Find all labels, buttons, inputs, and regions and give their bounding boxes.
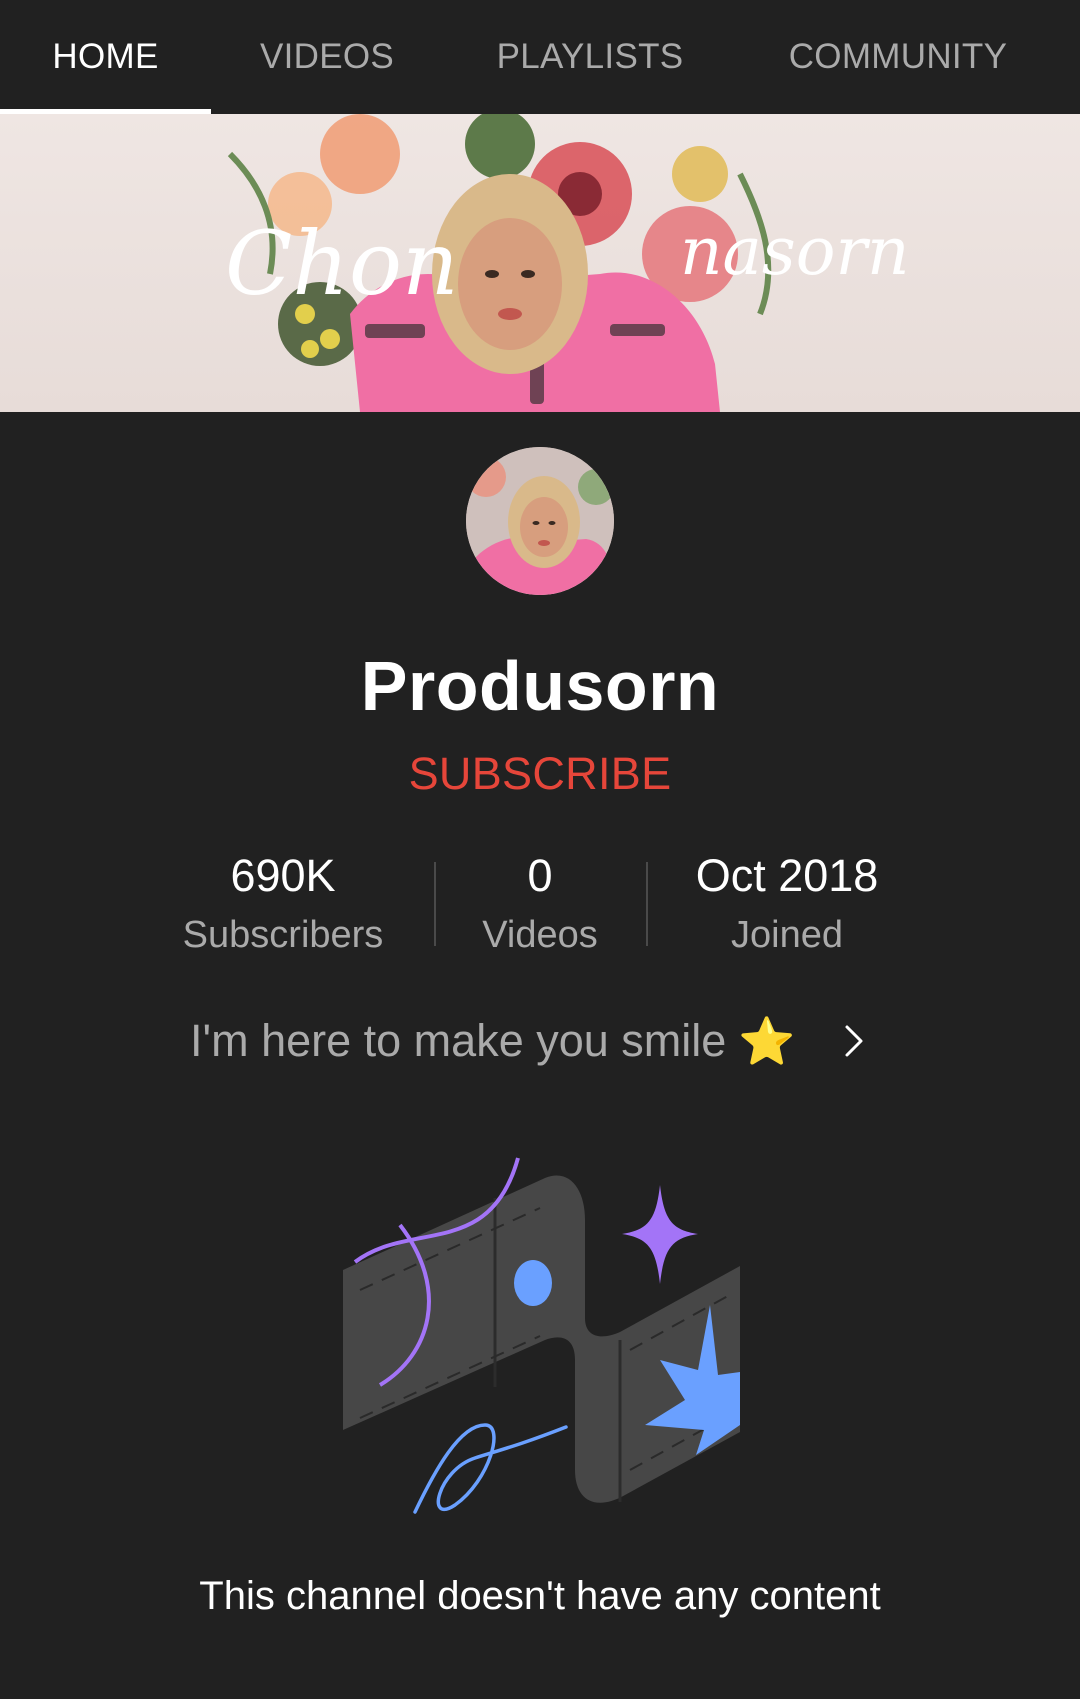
stat-divider (434, 862, 436, 946)
tab-videos[interactable]: VIDEOS (211, 0, 443, 114)
avatar[interactable] (466, 447, 614, 595)
stat-videos-label: Videos (482, 914, 598, 956)
channel-page: HOME VIDEOS PLAYLISTS COMMUNITY Chon nas… (0, 0, 1080, 1699)
banner-script-right: nasorn (680, 213, 910, 290)
star-emoji: ⭐ (738, 1014, 796, 1067)
stat-joined-label: Joined (731, 914, 843, 956)
channel-about-link[interactable]: I'm here to make you smile ⭐ (190, 1010, 876, 1072)
banner-script-left: Chon (225, 212, 459, 315)
avatar-image (466, 447, 614, 595)
tab-home-label: HOME (52, 37, 159, 76)
stat-videos: 0 Videos (464, 848, 616, 966)
channel-stats: 690K Subscribers 0 Videos Oct 2018 Joine… (0, 848, 1080, 958)
stat-divider (646, 862, 648, 946)
stat-joined: Oct 2018 Joined (676, 848, 898, 966)
chevron-right-icon (845, 1025, 863, 1057)
channel-banner: Chon nasorn (0, 114, 1080, 412)
empty-state-message: This channel doesn't have any content (199, 1574, 881, 1618)
about-text: I'm here to make you smile (190, 1015, 727, 1066)
tab-home[interactable]: HOME (0, 0, 211, 114)
empty-channel-illustration (343, 1157, 740, 1514)
stat-subscribers-label: Subscribers (182, 914, 384, 956)
tab-playlists[interactable]: PLAYLISTS (443, 0, 737, 114)
tab-community-label: COMMUNITY (788, 37, 1008, 76)
banner-artwork: Chon nasorn (225, 114, 910, 412)
stat-subscribers-value: 690K (230, 850, 336, 901)
channel-tabs: HOME VIDEOS PLAYLISTS COMMUNITY (0, 0, 1080, 114)
tab-community[interactable]: COMMUNITY (737, 0, 1059, 114)
channel-name: Produsorn (360, 647, 720, 725)
stat-joined-value: Oct 2018 (695, 850, 879, 901)
stat-subscribers: 690K Subscribers (162, 848, 404, 966)
subscribe-button[interactable]: SUBSCRIBE (0, 748, 1080, 800)
tab-playlists-label: PLAYLISTS (496, 37, 684, 76)
tab-videos-label: VIDEOS (259, 37, 395, 76)
stat-videos-value: 0 (527, 850, 553, 901)
